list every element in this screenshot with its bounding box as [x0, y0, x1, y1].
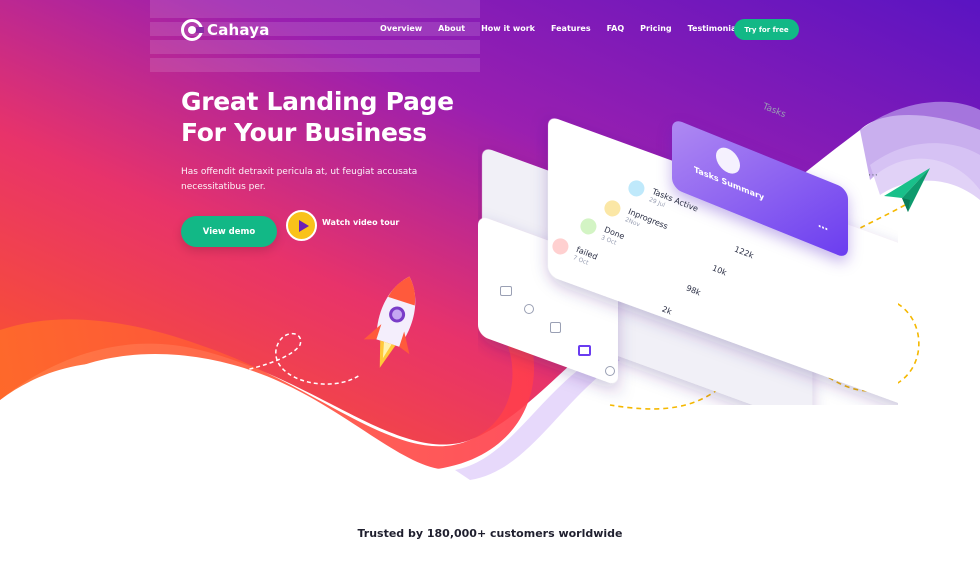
main-menu: Overview About How it work Features FAQ … [380, 24, 744, 33]
headline-line-2: For Your Business [181, 118, 427, 147]
view-demo-button[interactable]: View demo [181, 216, 277, 247]
rocket-illustration [363, 276, 416, 368]
menu-item-pricing[interactable]: Pricing [640, 24, 671, 33]
top-navigation: Cahaya Overview About How it work Featur… [0, 0, 980, 60]
menu-item-overview[interactable]: Overview [380, 24, 422, 33]
trusted-by-text: Trusted by 180,000+ customers worldwide [357, 527, 623, 540]
add-icon[interactable] [550, 322, 561, 333]
briefcase-icon [716, 143, 740, 178]
try-for-free-button[interactable]: Try for free [734, 19, 799, 40]
menu-item-about[interactable]: About [438, 24, 465, 33]
more-icon[interactable]: ⋯ [818, 221, 828, 236]
logo-icon [181, 19, 204, 41]
watch-video-label: Watch video tour [322, 218, 400, 227]
hero-subtext: Has offendit detraxit pericula at, ut fe… [181, 167, 418, 192]
hero-headline: Great Landing Page For Your Business [181, 86, 454, 148]
menu-item-how-it-work[interactable]: How it work [481, 24, 535, 33]
search-icon[interactable] [524, 304, 534, 314]
headline-line-1: Great Landing Page [181, 87, 454, 116]
logo-text: Cahaya [207, 21, 270, 39]
home-icon[interactable] [500, 286, 512, 296]
user-icon[interactable] [605, 366, 615, 376]
brand-logo[interactable]: Cahaya [181, 19, 270, 41]
menu-item-faq[interactable]: FAQ [607, 24, 625, 33]
watch-video-link[interactable]: Watch video tour [286, 210, 399, 241]
briefcase-icon[interactable] [578, 345, 591, 356]
more-icon[interactable]: ⋯ [868, 170, 878, 181]
play-icon[interactable] [286, 210, 317, 241]
menu-item-features[interactable]: Features [551, 24, 591, 33]
